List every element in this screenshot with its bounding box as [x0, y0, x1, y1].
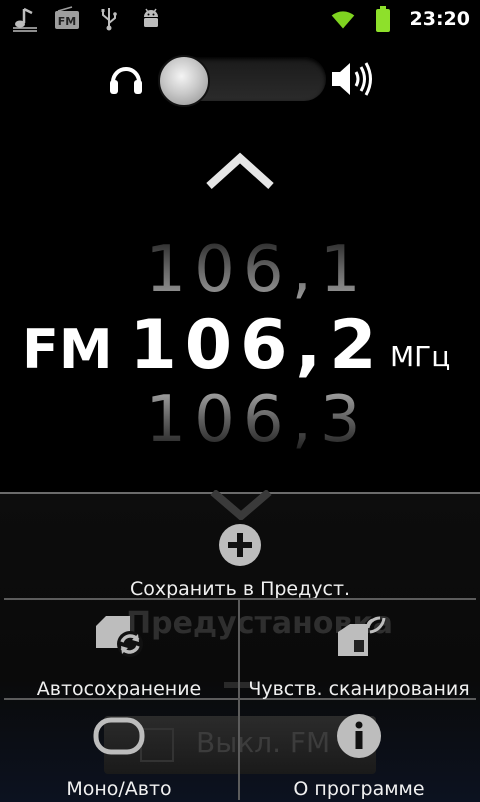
battery-icon	[370, 6, 396, 32]
svg-text:FM: FM	[58, 15, 76, 28]
android-debug-icon	[138, 6, 164, 32]
save-to-preset-label: Сохранить в Предуст.	[129, 578, 351, 600]
previous-frequency[interactable]: 106,1	[17, 232, 480, 308]
route-toggle-knob[interactable]	[158, 55, 210, 107]
add-circle-icon	[217, 522, 263, 568]
frequency-unit: МГц	[390, 340, 451, 373]
fm-radio-icon: FM	[54, 6, 80, 32]
music-note-icon	[12, 6, 38, 32]
tune-up-arrow-icon[interactable]	[205, 152, 275, 192]
save-to-preset-item[interactable]: Сохранить в Предуст.	[0, 510, 480, 602]
about-label: О программе	[293, 778, 425, 800]
mono-auto-icon	[92, 712, 146, 760]
status-clock: 23:20	[409, 8, 470, 30]
next-frequency[interactable]: 106,3	[17, 382, 480, 458]
scan-sensitivity-item[interactable]: Чувств. сканирования	[240, 600, 478, 700]
mono-auto-item[interactable]: Моно/Авто	[0, 700, 238, 800]
system-icons: 23:20	[330, 6, 480, 32]
usb-icon	[96, 6, 122, 32]
route-toggle-track[interactable]	[158, 55, 326, 107]
autosave-item[interactable]: Автосохранение	[0, 600, 238, 700]
info-icon	[332, 712, 386, 760]
mono-auto-label: Моно/Авто	[66, 778, 172, 800]
audio-route-switch[interactable]	[108, 52, 376, 107]
scan-sensitivity-label: Чувств. сканирования	[248, 678, 470, 700]
scan-sensitivity-icon	[332, 612, 386, 660]
status-bar: FM 23:20	[0, 0, 480, 38]
about-item[interactable]: О программе	[240, 700, 478, 800]
notification-icons: FM	[0, 6, 164, 32]
wifi-icon	[330, 6, 356, 32]
headphones-icon[interactable]	[108, 60, 144, 98]
autosave-refresh-icon	[92, 612, 146, 660]
options-menu: Предустановка Выкл. FM Сохранить в Преду…	[0, 488, 480, 802]
autosave-label: Автосохранение	[36, 678, 202, 700]
speaker-icon[interactable]	[330, 59, 376, 99]
